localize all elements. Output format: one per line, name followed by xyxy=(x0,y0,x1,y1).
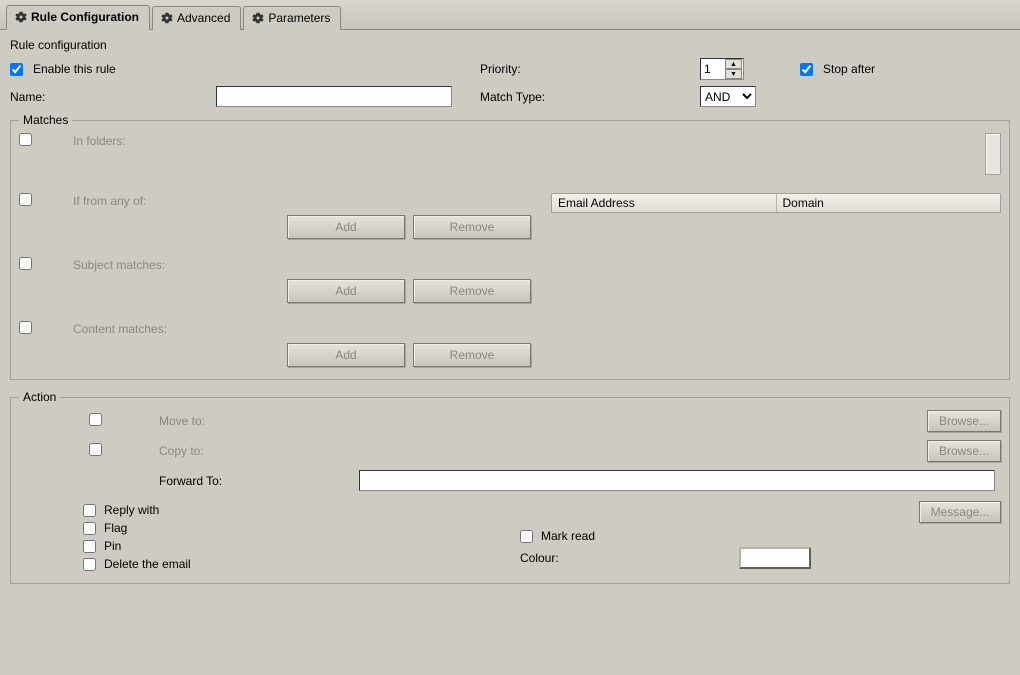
action-legend: Action xyxy=(19,390,60,404)
gear-icon xyxy=(15,11,27,23)
priority-stepper[interactable]: ▲ ▼ xyxy=(700,58,744,80)
priority-label: Priority: xyxy=(480,62,700,76)
subject-add-button[interactable]: Add xyxy=(287,279,405,303)
content-remove-button[interactable]: Remove xyxy=(413,343,531,367)
mark-read-label: Mark read xyxy=(541,529,595,543)
pin-checkbox[interactable] xyxy=(83,540,96,553)
mark-read-checkbox[interactable] xyxy=(520,530,533,543)
delete-label: Delete the email xyxy=(104,557,191,571)
priority-up[interactable]: ▲ xyxy=(725,59,742,69)
copy-to-checkbox[interactable] xyxy=(89,443,102,456)
if-from-label: If from any of: xyxy=(73,193,283,208)
action-group: Action Move to: Browse... Copy to: Brows… xyxy=(10,390,1010,584)
gear-icon xyxy=(252,12,264,24)
enable-rule-checkbox[interactable] xyxy=(10,63,23,76)
enable-rule-label: Enable this rule xyxy=(33,62,116,76)
tab-label: Advanced xyxy=(177,11,230,25)
matches-legend: Matches xyxy=(19,113,72,127)
flag-checkbox[interactable] xyxy=(83,522,96,535)
pin-label: Pin xyxy=(104,539,121,553)
content-add-button[interactable]: Add xyxy=(287,343,405,367)
reply-with-checkbox[interactable] xyxy=(83,504,96,517)
copy-to-label: Copy to: xyxy=(159,444,359,458)
move-to-browse-button[interactable]: Browse... xyxy=(927,410,1001,432)
folders-browse-stub[interactable] xyxy=(985,133,1001,175)
move-to-label: Move to: xyxy=(159,414,359,428)
gear-icon xyxy=(161,12,173,24)
reply-with-label: Reply with xyxy=(104,503,159,517)
in-folders-label: In folders: xyxy=(73,133,283,148)
subject-label: Subject matches: xyxy=(73,257,283,272)
content-checkbox[interactable] xyxy=(19,321,32,334)
col-email[interactable]: Email Address xyxy=(552,194,777,212)
tab-label: Parameters xyxy=(268,11,330,25)
forward-to-label: Forward To: xyxy=(159,474,359,488)
subject-remove-button[interactable]: Remove xyxy=(413,279,531,303)
if-from-add-button[interactable]: Add xyxy=(287,215,405,239)
name-label: Name: xyxy=(10,90,210,104)
forward-to-input[interactable] xyxy=(359,470,995,491)
colour-swatch[interactable] xyxy=(739,547,811,569)
tab-bar: Rule Configuration Advanced Parameters xyxy=(0,0,1020,30)
match-type-label: Match Type: xyxy=(480,90,700,104)
in-folders-checkbox[interactable] xyxy=(19,133,32,146)
if-from-remove-button[interactable]: Remove xyxy=(413,215,531,239)
tab-advanced[interactable]: Advanced xyxy=(152,6,241,30)
tab-label: Rule Configuration xyxy=(31,10,139,24)
flag-label: Flag xyxy=(104,521,127,535)
match-type-select[interactable]: AND xyxy=(700,86,756,107)
move-to-checkbox[interactable] xyxy=(89,413,102,426)
subject-checkbox[interactable] xyxy=(19,257,32,270)
reply-message-button[interactable]: Message... xyxy=(919,501,1001,523)
priority-down[interactable]: ▼ xyxy=(725,69,742,79)
if-from-checkbox[interactable] xyxy=(19,193,32,206)
stop-after-label: Stop after xyxy=(823,62,875,76)
copy-to-browse-button[interactable]: Browse... xyxy=(927,440,1001,462)
content-label: Content matches: xyxy=(73,321,283,336)
section-title: Rule configuration xyxy=(10,38,1010,52)
stop-after-checkbox[interactable] xyxy=(800,63,813,76)
tab-parameters[interactable]: Parameters xyxy=(243,6,341,30)
col-domain[interactable]: Domain xyxy=(777,194,1001,212)
tab-rule-configuration[interactable]: Rule Configuration xyxy=(6,5,150,30)
name-input[interactable] xyxy=(216,86,452,107)
priority-input[interactable] xyxy=(701,59,725,79)
delete-checkbox[interactable] xyxy=(83,558,96,571)
if-from-list-header: Email Address Domain xyxy=(551,193,1001,213)
colour-label: Colour: xyxy=(520,551,559,565)
matches-group: Matches In folders: If from any of: Add … xyxy=(10,113,1010,380)
